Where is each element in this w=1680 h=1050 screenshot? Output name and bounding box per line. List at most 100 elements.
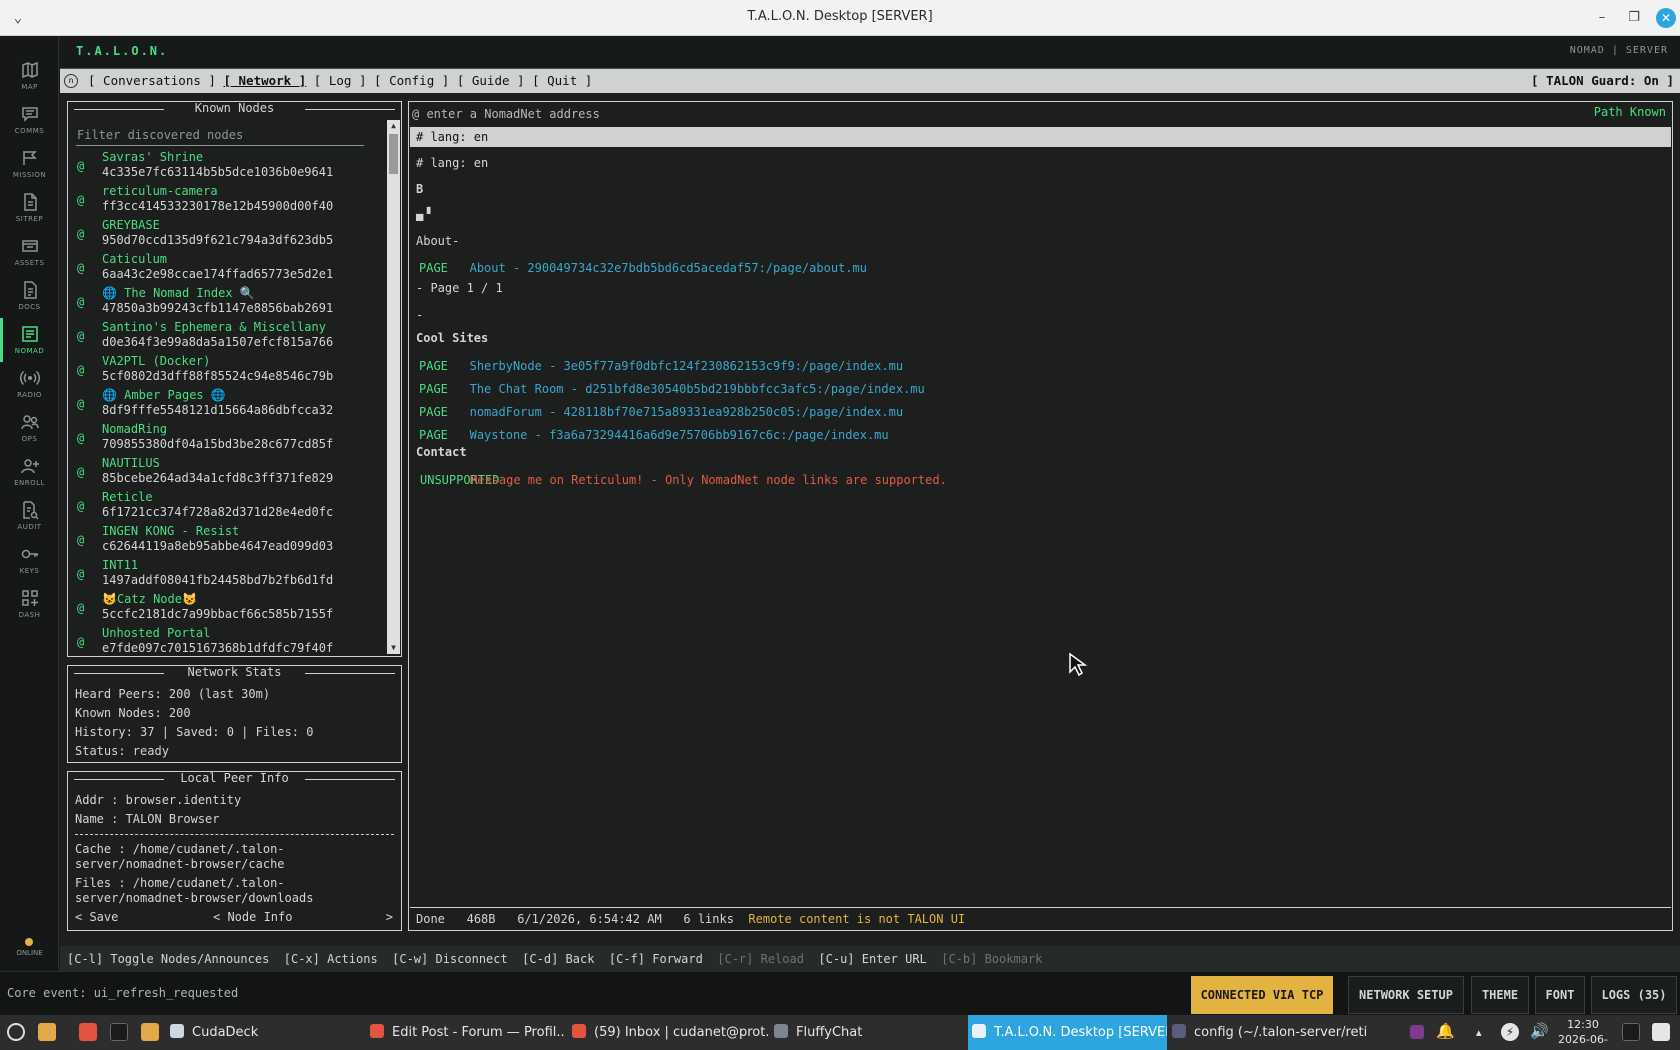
node-hash: 5ccfc2181dc7a99bbacf66c585b7155f [102,607,334,621]
scroll-down-icon[interactable]: ▼ [387,642,400,654]
menu-quit[interactable]: [ Quit ] [532,73,592,88]
node-hash: 1497addf08041fb24458bd7b2fb6d1fd [102,573,334,587]
rail-item-keys[interactable]: KEYS [0,538,59,582]
window-titlebar: ⌄ T.A.L.O.N. Desktop [SERVER] – ❐ ✕ [0,0,1680,36]
site-link-row[interactable]: PAGE SherbyNode - 3e05f77a9f0dbfc124f230… [419,359,903,373]
site-link-row[interactable]: PAGE The Chat Room - d251bfd8e30540b5bd2… [419,382,925,396]
node-list-item[interactable]: @ 🌐 Amber Pages 🌐 8df9fffe5548121d15664a86… [68,388,380,422]
node-info-button[interactable]: < Node Info [213,910,292,924]
node-list-item[interactable]: @ INGEN KONG - Resist c62644119a8eb95abbe4… [68,524,380,558]
task-config[interactable]: config (~/.talon-server/reti... [1172,1015,1368,1050]
site-link[interactable]: Waystone - f3a6a73294416a6d9e75706bb9167… [470,428,889,442]
minimize-icon[interactable]: – [1592,8,1612,28]
terminal-icon[interactable] [110,1023,128,1041]
site-link-row[interactable]: PAGE Waystone - f3a6a73294416a6d9e75706b… [419,428,889,442]
stat-line: Status: ready [75,744,169,758]
rail-item-nomad[interactable]: NOMAD [0,318,59,362]
next-button[interactable]: > [386,910,393,924]
rail-item-radio[interactable]: RADIO [0,362,59,406]
rail-item-comms[interactable]: COMMS [0,98,59,142]
keybinding-1[interactable]: [C-x] Actions [284,952,378,966]
task-inbox[interactable]: (59) Inbox | cudanet@prot... [572,1015,768,1050]
clock[interactable]: 12:30 2026-06-01 [1558,1017,1608,1050]
node-at-icon: @ [77,159,85,173]
network-setup-button[interactable]: NETWORK SETUP [1348,976,1464,1014]
node-list-item[interactable]: @ Santino's Ephemera & Miscellany d0e364f3… [68,320,380,354]
menu-guide[interactable]: [ Guide ] [457,73,525,88]
task-talon-desktop[interactable]: T.A.L.O.N. Desktop [SERVER] [968,1015,1167,1050]
rail-item-map[interactable]: MAP [0,54,59,98]
volume-icon[interactable]: 🔊 [1530,1022,1549,1040]
menu-config[interactable]: [ Config ] [374,73,449,88]
theme-button[interactable]: THEME [1471,976,1529,1014]
node-list-item[interactable]: @ Savras' Shrine 4c335e7fc63114b5b5dce1036… [68,150,380,184]
node-list-item[interactable]: @ NomadRing 709855380df04a15bd3be28c677cd8… [68,422,380,456]
node-list-item[interactable]: @ INT11 1497addf08041fb24458bd7b2fb6d1fd [68,558,380,592]
rail-label: MAP [21,83,38,91]
font-button[interactable]: FONT [1535,976,1585,1014]
rail-label: RADIO [17,391,42,399]
folder-icon[interactable] [141,1023,159,1041]
menu-conversations[interactable]: [ Conversations ] [88,73,216,88]
rail-item-audit[interactable]: AUDIT [0,494,59,538]
node-list-item[interactable]: @ 🌐 The Nomad Index 🔍 47850a3b99243cfb1147… [68,286,380,320]
sitrep-icon [23,193,37,211]
talon-guard-status[interactable]: [ TALON Guard: On ] [1531,73,1674,88]
node-list-item[interactable]: @ Reticle 6f1721cc374f728a82d371d28e4ed0fc [68,490,380,524]
menu-network[interactable]: [ Network ] [223,73,306,88]
keybinding-3[interactable]: [C-d] Back [522,952,594,966]
node-list-item[interactable]: @ VA2PTL (Docker) 5cf0802d3dff88f85524c94e… [68,354,380,388]
address-input[interactable] [412,105,1412,123]
node-list-item[interactable]: @ Unhosted Portal e7fde097c7015167368b1dfd… [68,626,380,656]
keybinding-0[interactable]: [C-l] Toggle Nodes/Announces [67,952,269,966]
browser-icon[interactable] [79,1023,97,1041]
rail-item-enroll[interactable]: ENROLL [0,450,59,494]
site-link[interactable]: The Chat Room - d251bfd8e30540b5bd219bbb… [470,382,925,396]
task-forum[interactable]: Edit Post - Forum — Profil... [370,1015,566,1050]
tray-monitor-icon[interactable] [1622,1023,1640,1041]
rail-item-sitrep[interactable]: SITREP [0,186,59,230]
close-icon[interactable]: ✕ [1656,8,1676,28]
start-menu-icon[interactable] [7,1023,25,1041]
online-label: ONLINE [16,949,43,957]
node-list-item[interactable]: @ reticulum-camera ff3cc414533230178e12b45… [68,184,380,218]
tray-keyboard-icon[interactable] [1652,1023,1670,1041]
task-label: CudaDeck [192,1025,259,1040]
node-list-item[interactable]: @ GREYBASE 950d70ccd135d9f621c794a3df623db… [68,218,380,252]
rail-item-mission[interactable]: MISSION [0,142,59,186]
node-list-item[interactable]: @ 😺Catz Node😺 5ccfc2181dc7a99bbacf66c585b7… [68,592,380,626]
task-cudadeck[interactable]: CudaDeck [170,1015,360,1050]
maximize-icon[interactable]: ❐ [1624,8,1644,28]
about-link-row[interactable]: PAGE About - 290049734c32e7bdb5bd6cd5ace… [419,261,867,275]
site-link[interactable]: SherbyNode - 3e05f77a9f0dbfc124f23086215… [470,359,903,373]
files-icon[interactable] [38,1023,56,1041]
logs-button[interactable]: LOGS (35) [1591,976,1677,1014]
scroll-up-icon[interactable]: ▲ [387,120,400,132]
rail-item-assets[interactable]: ASSETS [0,230,59,274]
keybinding-6[interactable]: [C-u] Enter URL [818,952,926,966]
node-name: reticulum-camera [102,184,218,198]
site-link-row[interactable]: PAGE nomadForum - 428118bf70e715a89331ea… [419,405,903,419]
node-list-item[interactable]: @ NAUTILUS 85bcebe264ad34a1cfd8c3ff371fe82… [68,456,380,490]
keybinding-4[interactable]: [C-f] Forward [609,952,703,966]
menu-log[interactable]: [ Log ] [314,73,367,88]
rail-item-docs[interactable]: DOCS [0,274,59,318]
site-link[interactable]: nomadForum - 428118bf70e715a89331ea928b2… [470,405,903,419]
rail-item-ops[interactable]: OPS [0,406,59,450]
node-list-scrollbar[interactable]: ▲ ▼ [387,120,400,654]
notification-bell-icon[interactable]: 🔔 [1436,1022,1455,1040]
save-button[interactable]: < Save [75,910,118,924]
node-filter-input[interactable] [76,124,364,146]
app-logo-icon: n [64,74,78,88]
power-icon[interactable]: ⚡ [1501,1023,1519,1041]
connected-via-tcp-button[interactable]: CONNECTED VIA TCP [1191,976,1333,1014]
tray-app-icon[interactable] [1410,1025,1424,1039]
scroll-thumb[interactable] [389,134,398,174]
node-list-item[interactable]: @ Caticulum 6aa43c2e98ccae174ffad65773e5d2… [68,252,380,286]
task-fluffychat[interactable]: FluffyChat [774,1015,964,1050]
lock-icon[interactable]: ▴ [1476,1026,1494,1044]
about-link[interactable]: About - 290049734c32e7bdb5bd6cd5acedaf57… [470,261,867,275]
unsupported-message: Message me on Reticulum! - Only NomadNet… [470,473,947,487]
rail-item-dash[interactable]: DASH [0,582,59,626]
keybinding-2[interactable]: [C-w] Disconnect [392,952,508,966]
